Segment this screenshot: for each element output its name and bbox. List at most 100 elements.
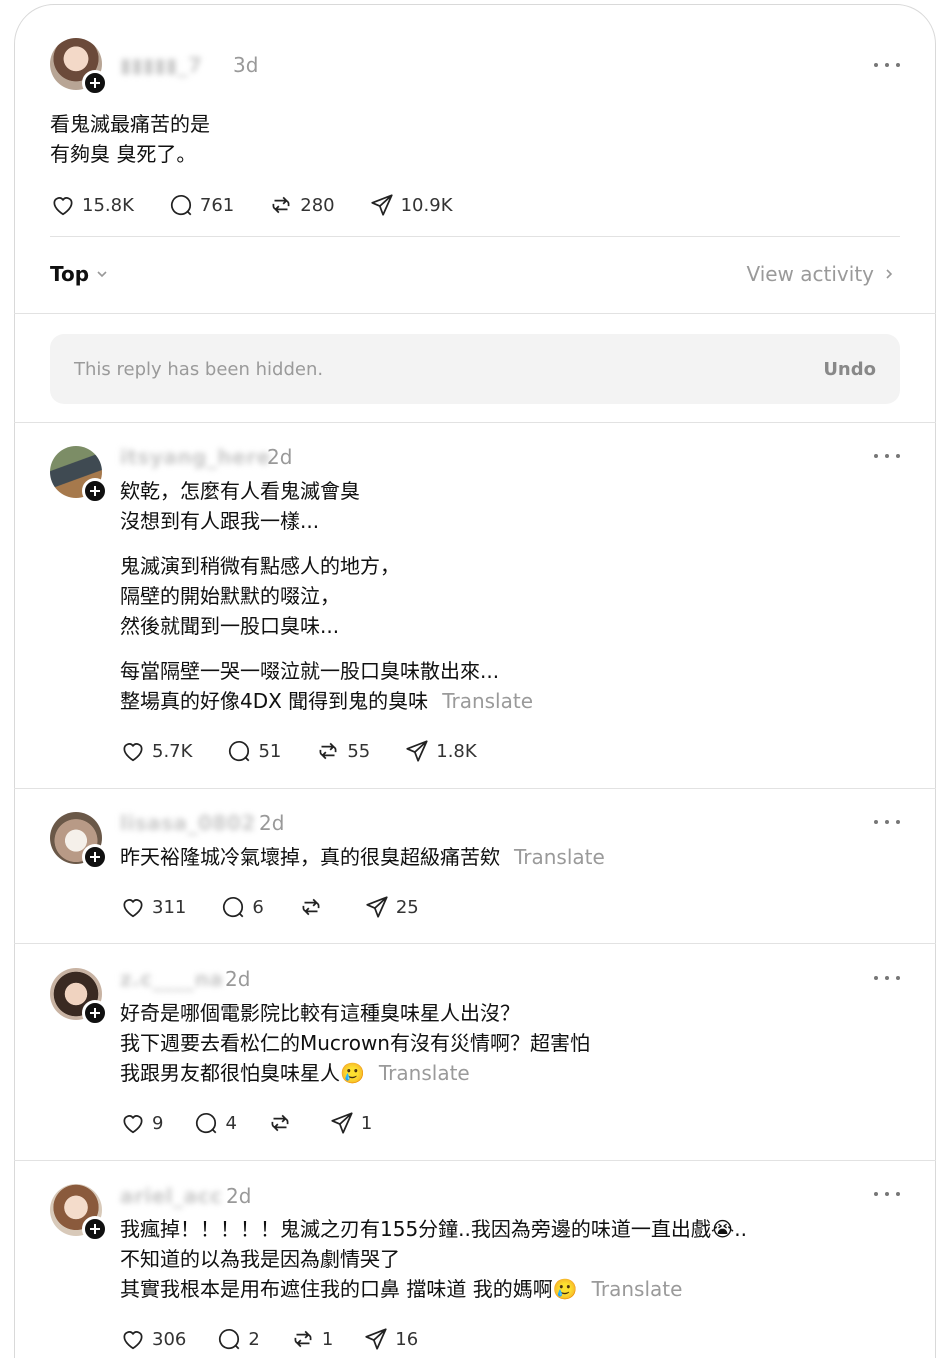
undo-button[interactable]: Undo (823, 359, 876, 380)
repost-button[interactable]: 280 (268, 192, 335, 218)
like-count: 9 (152, 1112, 164, 1134)
username[interactable]: ariel_acc (120, 1184, 222, 1208)
follow-plus-icon[interactable] (82, 1216, 108, 1242)
post-text: 看鬼滅最痛苦的是 有夠臭 臭死了。 (50, 112, 210, 166)
follow-plus-icon[interactable] (82, 844, 108, 870)
like-button[interactable]: 5.7K (120, 738, 192, 764)
translate-link[interactable]: Translate (514, 845, 605, 869)
sort-dropdown[interactable]: Top (50, 262, 109, 286)
reply-time: 2d (267, 445, 293, 469)
username[interactable]: itsyang_here (120, 445, 271, 469)
more-icon[interactable] (874, 1184, 900, 1204)
translate-link[interactable]: Translate (379, 1061, 470, 1085)
repost-icon (271, 1114, 289, 1132)
repost-icon (319, 742, 337, 760)
divider (14, 943, 936, 944)
more-icon[interactable] (874, 812, 900, 832)
share-count: 16 (395, 1328, 419, 1350)
repost-count: 280 (300, 194, 335, 216)
follow-plus-icon[interactable] (82, 478, 108, 504)
username[interactable]: ▮▮▮▮▮_7 (120, 53, 202, 77)
repost-button[interactable] (298, 894, 330, 920)
translate-link[interactable]: Translate (592, 1277, 683, 1301)
heart-icon (53, 197, 73, 216)
comment-icon (223, 897, 244, 918)
repost-button[interactable] (267, 1110, 299, 1136)
chevron-down-icon (97, 271, 107, 278)
share-button[interactable]: 10.9K (369, 192, 453, 218)
more-icon[interactable] (874, 55, 900, 75)
divider (14, 788, 936, 789)
share-icon (366, 896, 388, 918)
share-count: 25 (395, 896, 419, 918)
reply-text-content: 好奇是哪個電影院比較有這種臭味星人出沒？ 我下週要去看松仁的Mucrown有沒有… (120, 1001, 590, 1085)
like-button[interactable]: 15.8K (50, 192, 134, 218)
heart-icon (123, 1331, 143, 1350)
like-button[interactable]: 311 (120, 894, 186, 920)
repost-button[interactable]: 55 (315, 738, 370, 764)
reply-time: 2d (259, 811, 285, 835)
post-actions: 15.8K 761 280 10.9K (50, 192, 487, 218)
sort-label: Top (50, 262, 90, 286)
reply-text: 我瘋掉！！！！！鬼滅之刃有155分鐘..我因為旁邊的味道一直出戲😭.. 不知道的… (120, 1214, 747, 1304)
reply-actions: 306 2 1 16 (120, 1326, 452, 1352)
avatar[interactable] (50, 38, 108, 96)
repost-count: 55 (347, 740, 371, 762)
reply-count: 6 (252, 896, 264, 918)
share-count: 10.9K (400, 194, 453, 216)
reply-button[interactable]: 6 (220, 894, 264, 920)
share-icon (365, 1328, 387, 1350)
heart-icon (123, 899, 143, 918)
reply-time: 2d (226, 1184, 252, 1208)
repost-icon (302, 898, 320, 916)
share-button[interactable]: 25 (364, 894, 419, 920)
share-icon (406, 740, 428, 762)
username[interactable]: z.c____na (120, 967, 223, 991)
reply-button[interactable]: 2 (216, 1326, 260, 1352)
reply-text: 好奇是哪個電影院比較有這種臭味星人出沒？ 我下週要去看松仁的Mucrown有沒有… (120, 998, 590, 1088)
like-button[interactable]: 306 (120, 1326, 186, 1352)
share-icon (370, 194, 393, 216)
avatar[interactable] (50, 968, 108, 1026)
avatar[interactable] (50, 812, 108, 870)
follow-plus-icon[interactable] (82, 1000, 108, 1026)
share-count: 1.8K (436, 740, 477, 762)
comment-icon (170, 195, 192, 216)
comment-icon (229, 741, 250, 762)
reply-count: 4 (225, 1112, 237, 1134)
reply-button[interactable]: 4 (193, 1110, 237, 1136)
reply-button[interactable]: 761 (168, 192, 234, 218)
reply-count: 761 (199, 194, 235, 216)
more-icon[interactable] (874, 446, 900, 466)
translate-link[interactable]: Translate (442, 689, 533, 713)
repost-icon (294, 1330, 312, 1348)
reply-actions: 5.7K 51 55 1.8K (120, 738, 511, 764)
like-count: 311 (152, 896, 187, 918)
divider (14, 313, 936, 314)
share-button[interactable]: 1.8K (404, 738, 477, 764)
view-activity-link[interactable]: View activity (746, 262, 896, 286)
follow-plus-icon[interactable] (82, 70, 108, 96)
share-button[interactable]: 16 (363, 1326, 418, 1352)
reply-text: 欸乾，怎麼有人看鬼滅會臭 沒想到有人跟我一樣... (120, 479, 360, 533)
reply-button[interactable]: 51 (226, 738, 281, 764)
divider (14, 422, 936, 423)
like-count: 306 (152, 1328, 187, 1350)
share-count: 1 (360, 1112, 373, 1134)
share-button[interactable]: 1 (329, 1110, 372, 1136)
reply-text: 鬼滅演到稍微有點感人的地方， 隔壁的開始默默的啜泣， 然後就聞到一股口臭味... (120, 554, 400, 638)
more-icon[interactable] (874, 968, 900, 988)
divider (50, 236, 900, 237)
repost-icon (272, 196, 290, 214)
avatar[interactable] (50, 1184, 108, 1242)
avatar[interactable] (50, 446, 108, 504)
share-icon (331, 1112, 353, 1134)
username[interactable]: lisasa_0802 (120, 811, 256, 835)
reply-text-content: 昨天裕隆城冷氣壞掉，真的很臭超級痛苦欸 (120, 845, 500, 869)
reply-text: 每當隔壁一哭一啜泣就一股口臭味散出來... 整場真的好像4DX 聞得到鬼的臭味 T… (120, 656, 533, 716)
repost-count: 1 (321, 1328, 334, 1350)
like-button[interactable]: 9 (120, 1110, 163, 1136)
hidden-reply-text: This reply has been hidden. (74, 358, 324, 380)
reply-actions: 9 4 1 (120, 1110, 406, 1136)
repost-button[interactable]: 1 (290, 1326, 333, 1352)
